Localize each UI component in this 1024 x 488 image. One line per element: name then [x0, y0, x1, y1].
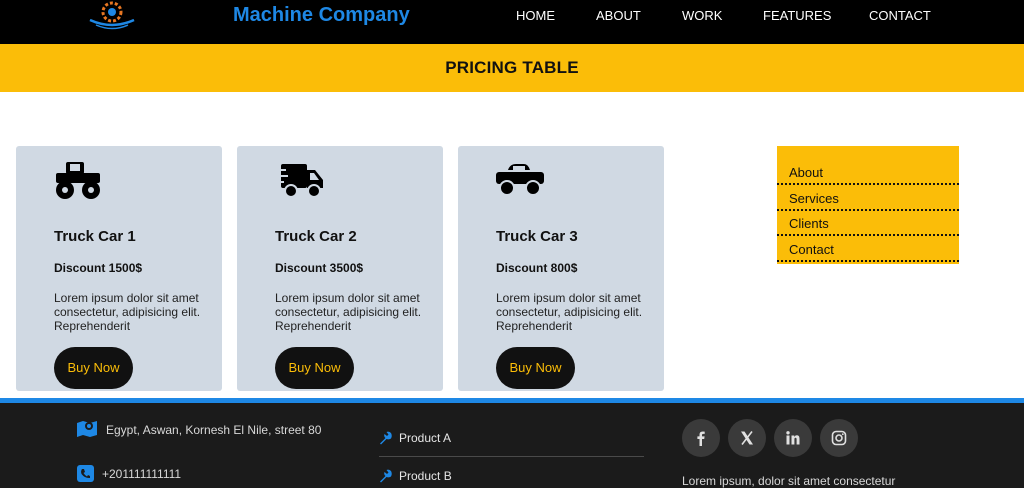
card-description: Lorem ipsum dolor sit amet consectetur, …: [496, 291, 643, 333]
instagram-icon: [831, 430, 847, 446]
card-title: Truck Car 3: [496, 228, 578, 245]
pricing-card-2: Truck Car 2 Discount 3500$ Lorem ipsum d…: [237, 146, 443, 391]
x-icon: [741, 431, 753, 445]
wrench-icon: [380, 431, 392, 445]
footer-product-a[interactable]: Product A: [399, 431, 451, 445]
card-title: Truck Car 2: [275, 228, 357, 245]
wrench-icon: [380, 469, 392, 483]
pickup-truck-icon: [496, 164, 544, 196]
footer-tagline: Lorem ipsum, dolor sit amet consectetur: [682, 474, 896, 488]
buy-now-button[interactable]: Buy Now: [54, 347, 133, 389]
card-discount: Discount 1500$: [54, 261, 143, 275]
card-description: Lorem ipsum dolor sit amet consectetur, …: [275, 291, 422, 333]
instagram-button[interactable]: [820, 419, 858, 457]
nav-home[interactable]: HOME: [516, 8, 555, 23]
linkedin-button[interactable]: [774, 419, 812, 457]
facebook-icon: [697, 431, 705, 446]
pricing-banner: PRICING TABLE: [0, 44, 1024, 92]
card-discount: Discount 3500$: [275, 261, 364, 275]
side-menu-clients[interactable]: Clients: [777, 211, 959, 236]
page-title: PRICING TABLE: [445, 58, 579, 77]
delivery-truck-icon: [274, 164, 323, 198]
nav-contact[interactable]: CONTACT: [869, 8, 931, 23]
x-button[interactable]: [728, 419, 766, 457]
side-menu-about[interactable]: About: [777, 160, 959, 185]
linkedin-icon: [786, 431, 800, 445]
footer: Egypt, Aswan, Kornesh El Nile, street 80…: [0, 403, 1024, 488]
nav-features[interactable]: FEATURES: [763, 8, 831, 23]
side-menu-contact[interactable]: Contact: [777, 237, 959, 262]
main-nav: HOME ABOUT WORK FEATURES CONTACT: [0, 8, 1024, 28]
map-location-icon: [77, 421, 97, 437]
card-discount: Discount 800$: [496, 261, 578, 275]
side-menu: About Services Clients Contact: [777, 146, 959, 264]
side-menu-services[interactable]: Services: [777, 186, 959, 211]
footer-product-b[interactable]: Product B: [399, 469, 452, 483]
footer-phone: +201111111111: [102, 467, 182, 481]
footer-address: Egypt, Aswan, Kornesh El Nile, street 80: [106, 423, 322, 437]
nav-work[interactable]: WORK: [682, 8, 722, 23]
phone-icon: [77, 465, 94, 482]
monster-truck-icon: [56, 162, 100, 199]
facebook-button[interactable]: [682, 419, 720, 457]
nav-about[interactable]: ABOUT: [596, 8, 641, 23]
footer-divider: [379, 456, 644, 457]
top-navbar: Machine Company HOME ABOUT WORK FEATURES…: [0, 0, 1024, 44]
buy-now-button[interactable]: Buy Now: [496, 347, 575, 389]
pricing-card-3: Truck Car 3 Discount 800$ Lorem ipsum do…: [458, 146, 664, 391]
card-title: Truck Car 1: [54, 228, 136, 245]
card-description: Lorem ipsum dolor sit amet consectetur, …: [54, 291, 201, 333]
buy-now-button[interactable]: Buy Now: [275, 347, 354, 389]
pricing-card-1: Truck Car 1 Discount 1500$ Lorem ipsum d…: [16, 146, 222, 391]
